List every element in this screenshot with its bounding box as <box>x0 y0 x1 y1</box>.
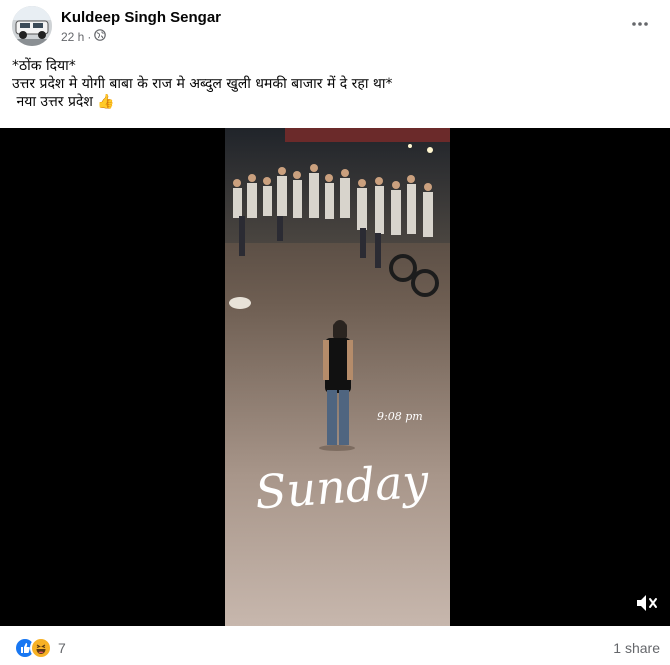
video-still-image: 9:08 pm Sunday <box>225 128 450 626</box>
meta-separator: · <box>87 29 92 44</box>
post-time[interactable]: 22 h <box>61 30 84 44</box>
reactions-summary[interactable]: 7 <box>14 637 66 659</box>
post-meta: 22 h · <box>61 29 107 44</box>
author-name[interactable]: Kuldeep Singh Sengar <box>61 9 221 26</box>
globe-icon <box>94 29 107 44</box>
video-overlay-time: 9:08 pm <box>377 410 423 423</box>
share-count[interactable]: 1 share <box>613 640 660 656</box>
post-text-line: *ठोंक दिया* <box>12 58 76 74</box>
video-frame[interactable]: 9:08 pm Sunday <box>225 128 450 626</box>
video-player[interactable]: 9:08 pm Sunday <box>0 128 670 626</box>
post-text-line: नया उत्तर प्रदेश 👍 <box>12 94 115 110</box>
post-footer: 7 1 share <box>0 626 670 665</box>
post-header: Kuldeep Singh Sengar 22 h · <box>0 0 670 50</box>
more-options-icon[interactable] <box>630 14 650 34</box>
mute-icon[interactable] <box>634 592 660 614</box>
post-text-line: उत्तर प्रदेश मे योगी बाबा के राज मे अब्द… <box>12 76 393 92</box>
haha-reaction-icon <box>30 637 52 659</box>
avatar[interactable] <box>12 6 52 46</box>
reaction-count[interactable]: 7 <box>58 640 66 656</box>
post-text: *ठोंक दिया* उत्तर प्रदेश मे योगी बाबा के… <box>12 57 652 111</box>
